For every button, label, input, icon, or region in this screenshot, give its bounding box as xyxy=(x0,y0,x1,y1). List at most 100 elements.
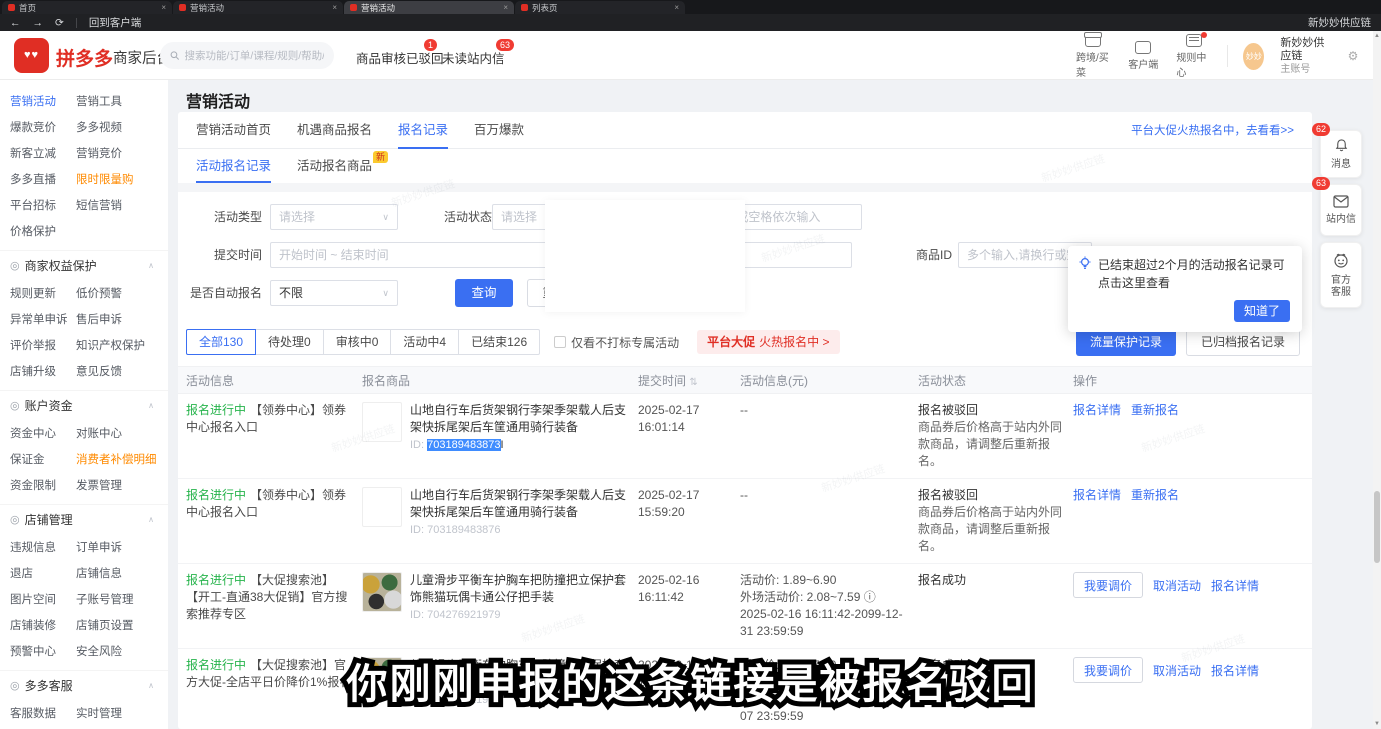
sidebar-section-funds[interactable]: ◎账户资金∧ xyxy=(0,390,168,420)
sidebar-item[interactable]: 意见反馈 xyxy=(76,363,122,379)
sidebar-item[interactable]: 店铺升级 xyxy=(10,363,76,379)
sidebar-item[interactable]: 异常单申诉 xyxy=(10,311,76,327)
refresh-icon[interactable]: ⟳ xyxy=(55,17,64,29)
product-id[interactable]: ID: 704276921979 xyxy=(410,609,501,621)
activity-type-select[interactable]: 请选择∨ xyxy=(270,204,398,230)
sidebar-item[interactable]: 售后申诉 xyxy=(76,311,122,327)
sidebar-item[interactable]: 对账中心 xyxy=(76,425,122,441)
sidebar-item-compensation[interactable]: 消费者补偿明细 xyxy=(76,451,157,467)
global-search-input[interactable]: 搜索功能/订单/课程/规则/帮助/服务 xyxy=(160,42,334,69)
sidebar-item[interactable]: 图片空间 xyxy=(10,591,76,607)
close-icon[interactable]: × xyxy=(332,3,337,12)
query-button[interactable]: 查询 xyxy=(455,279,513,307)
promo-pill[interactable]: 平台大促火热报名中 > xyxy=(697,330,839,354)
sidebar-item[interactable]: 违规信息 xyxy=(10,539,76,555)
sidebar-item[interactable]: 评价举报 xyxy=(10,337,76,353)
subtab-activity-goods[interactable]: 活动报名商品新 xyxy=(297,149,372,183)
sidebar-item[interactable]: 保证金 xyxy=(10,451,76,467)
browser-profile-name[interactable]: 新妙妙供应链 xyxy=(1308,15,1371,30)
checkbox-icon[interactable] xyxy=(554,336,566,348)
browser-tab-home[interactable]: 首页× xyxy=(2,1,172,14)
signup-detail-link[interactable]: 报名详情 xyxy=(1211,579,1259,593)
subtab-activity-records[interactable]: 活动报名记录 xyxy=(196,149,271,183)
pinduoduo-logo-icon[interactable]: ♥♥ xyxy=(14,38,49,73)
product-image[interactable] xyxy=(362,402,402,442)
pill-ended[interactable]: 已结束126 xyxy=(459,329,540,355)
pill-all[interactable]: 全部130 xyxy=(186,329,256,355)
sidebar-item[interactable]: 多多视频 xyxy=(76,119,122,135)
chevron-up-icon[interactable]: ∧ xyxy=(148,515,154,524)
site-mail-float-button[interactable]: 63 站内信 xyxy=(1320,184,1362,236)
product-id[interactable]: ID: 703189483873I xyxy=(410,439,504,451)
scroll-up-icon[interactable]: ▲ xyxy=(1373,33,1381,39)
sidebar-item[interactable]: 多多直播 xyxy=(10,171,76,187)
back-to-client-button[interactable]: 回到客户端 xyxy=(89,15,142,30)
sidebar-item-marketing-activity[interactable]: 营销活动 xyxy=(10,93,76,109)
browser-tab-list[interactable]: 列表页× xyxy=(515,1,685,14)
sidebar-section-rights[interactable]: ◎商家权益保护∧ xyxy=(0,250,168,280)
promo-link[interactable]: 平台大促火热报名中，去看看>> xyxy=(1131,122,1294,138)
archived-records-button[interactable]: 已归档报名记录 xyxy=(1186,328,1300,356)
scroll-down-icon[interactable]: ▼ xyxy=(1373,721,1381,727)
gear-icon[interactable]: ⚙ xyxy=(1348,49,1359,63)
close-icon[interactable]: × xyxy=(674,3,679,12)
sidebar-item[interactable]: 子账号管理 xyxy=(76,591,134,607)
scrollbar[interactable]: ▲ ▼ xyxy=(1373,31,1381,729)
re-signup-link[interactable]: 重新报名 xyxy=(1131,403,1179,417)
tab-opportunity-signup[interactable]: 机遇商品报名 xyxy=(297,112,372,149)
submit-time-input[interactable] xyxy=(270,242,560,268)
official-service-float-button[interactable]: 官方客服 xyxy=(1320,242,1362,308)
sidebar-item[interactable]: 退店 xyxy=(10,565,76,581)
unread-mail-link[interactable]: 未读站内信 xyxy=(442,48,505,67)
product-title[interactable]: 儿童滑步平衡车护胸车把防撞把立保护套饰熊猫玩偶卡通公仔把手装 xyxy=(410,572,626,606)
sidebar-item[interactable]: 营销竞价 xyxy=(76,145,122,161)
tab-signup-records[interactable]: 报名记录 xyxy=(398,112,448,149)
browser-tab-marketing-2-active[interactable]: 营销活动× xyxy=(344,1,514,14)
client-app-button[interactable]: 客户端 xyxy=(1126,41,1160,71)
rule-center-button[interactable]: 规则中心 xyxy=(1176,34,1210,79)
sidebar-item[interactable]: 资金限制 xyxy=(10,477,76,493)
sidebar-item[interactable]: 短信营销 xyxy=(76,197,122,213)
pill-active[interactable]: 活动中4 xyxy=(391,329,459,355)
col-submit-time[interactable]: 提交时间 ⇅ xyxy=(638,372,740,389)
back-icon[interactable]: ← xyxy=(10,17,21,29)
product-image[interactable] xyxy=(362,487,402,527)
crossborder-grocery-button[interactable]: 跨境/买菜 xyxy=(1076,34,1110,79)
pill-pending[interactable]: 待处理0 xyxy=(256,329,324,355)
sidebar-item[interactable]: 店铺信息 xyxy=(76,565,122,581)
sidebar-item[interactable]: 规则更新 xyxy=(10,285,76,301)
sidebar-item[interactable]: 知识产权保护 xyxy=(76,337,145,353)
got-it-button[interactable]: 知道了 xyxy=(1234,300,1290,322)
sidebar-section-shop[interactable]: ◎店铺管理∧ xyxy=(0,504,168,534)
sidebar-item[interactable]: 店铺装修 xyxy=(10,617,76,633)
exclusive-filter-checkbox[interactable]: 仅看不打标专属活动 xyxy=(554,334,679,351)
sort-icon[interactable]: ⇅ xyxy=(689,377,697,388)
sidebar-item[interactable]: 营销工具 xyxy=(76,93,122,109)
chevron-up-icon[interactable]: ∧ xyxy=(148,261,154,270)
close-icon[interactable]: × xyxy=(503,3,508,12)
sidebar-item-flash-sale[interactable]: 限时限量购 xyxy=(76,171,134,187)
product-id-value[interactable]: 703189483873 xyxy=(427,439,500,451)
cancel-activity-link[interactable]: 取消活动 xyxy=(1153,579,1201,593)
sidebar-item[interactable]: 爆款竞价 xyxy=(10,119,76,135)
re-signup-link[interactable]: 重新报名 xyxy=(1131,488,1179,502)
pill-reviewing[interactable]: 审核中0 xyxy=(324,329,392,355)
tab-million-bestsellers[interactable]: 百万爆款 xyxy=(474,112,524,149)
sidebar-item[interactable]: 店铺页设置 xyxy=(76,617,134,633)
sidebar-item[interactable]: 低价预警 xyxy=(76,285,122,301)
adjust-price-button[interactable]: 我要调价 xyxy=(1073,572,1143,598)
chevron-up-icon[interactable]: ∧ xyxy=(148,401,154,410)
auto-signup-select[interactable]: 不限∨ xyxy=(270,280,398,306)
product-id[interactable]: ID: 703189483876 xyxy=(410,524,501,536)
tab-marketing-home[interactable]: 营销活动首页 xyxy=(196,112,271,149)
product-title[interactable]: 山地自行车后货架钢行李架季架载人后支架快拆尾架后车筐通用骑行装备 xyxy=(410,487,626,521)
close-icon[interactable]: × xyxy=(161,3,166,12)
product-title[interactable]: 山地自行车后货架钢行李架季架载人后支架快拆尾架后车筐通用骑行装备 xyxy=(410,402,626,436)
messages-float-button[interactable]: 62 消息 xyxy=(1320,130,1362,178)
sidebar-item[interactable]: 资金中心 xyxy=(10,425,76,441)
product-id-value[interactable]: 703189483876 xyxy=(427,524,500,536)
browser-tab-marketing-1[interactable]: 营销活动× xyxy=(173,1,343,14)
sidebar-item[interactable]: 新客立减 xyxy=(10,145,76,161)
scrollbar-thumb[interactable] xyxy=(1374,491,1380,563)
product-id-value[interactable]: 704276921979 xyxy=(427,609,500,621)
